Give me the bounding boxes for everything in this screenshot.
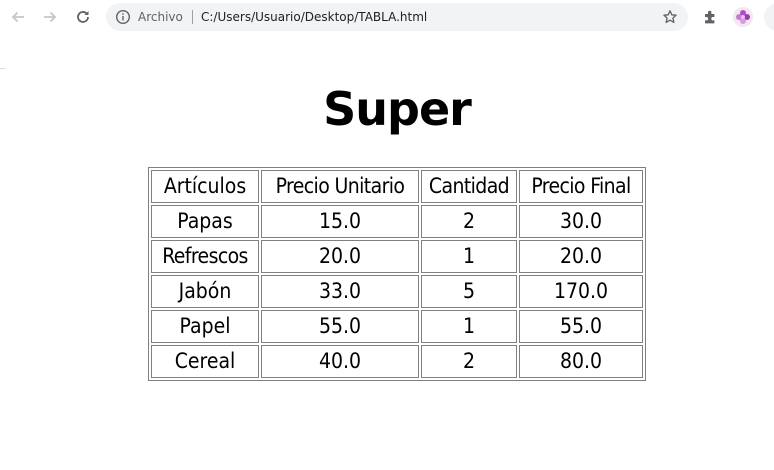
address-bar[interactable]: Archivo C:/Users/Usuario/Desktop/TABLA.h… — [106, 3, 688, 31]
info-icon[interactable] — [115, 9, 131, 25]
cell-cantidad: 1 — [421, 240, 517, 273]
reload-icon — [77, 11, 89, 23]
products-table: Artículos Precio Unitario Cantidad Preci… — [148, 167, 646, 381]
cell-precio-unitario: 33.0 — [261, 275, 419, 308]
header-articulos: Artículos — [151, 170, 259, 203]
table-row: Papel 55.0 1 55.0 — [151, 310, 643, 343]
bookmark-star-icon[interactable] — [662, 9, 678, 25]
table-row: Cereal 40.0 2 80.0 — [151, 345, 643, 378]
address-separator — [192, 10, 193, 24]
header-precio-unitario: Precio Unitario — [261, 170, 419, 203]
page-title: Super — [323, 82, 472, 136]
cell-articulo: Cereal — [151, 345, 259, 378]
scheme-label: Archivo — [138, 10, 183, 24]
cell-articulo: Papas — [151, 205, 259, 238]
cell-precio-final: 55.0 — [519, 310, 643, 343]
reload-button[interactable] — [71, 5, 95, 29]
table-header-row: Artículos Precio Unitario Cantidad Preci… — [151, 170, 643, 203]
arrow-left-icon — [11, 11, 24, 23]
cell-precio-final: 170.0 — [519, 275, 643, 308]
cell-precio-unitario: 40.0 — [261, 345, 419, 378]
cell-articulo: Refrescos — [151, 240, 259, 273]
cell-precio-unitario: 20.0 — [261, 240, 419, 273]
cell-cantidad: 2 — [421, 205, 517, 238]
cell-precio-final: 80.0 — [519, 345, 643, 378]
header-cantidad: Cantidad — [421, 170, 517, 203]
menu-button[interactable] — [764, 3, 774, 31]
header-precio-final: Precio Final — [519, 170, 643, 203]
extensions-puzzle-icon[interactable] — [702, 8, 720, 26]
page-edge-mark — [0, 68, 6, 69]
cell-articulo: Papel — [151, 310, 259, 343]
cell-precio-final: 20.0 — [519, 240, 643, 273]
back-button[interactable] — [6, 5, 30, 29]
cell-cantidad: 1 — [421, 310, 517, 343]
browser-toolbar: Archivo C:/Users/Usuario/Desktop/TABLA.h… — [0, 0, 774, 35]
arrow-right-icon — [44, 11, 57, 23]
cell-articulo: Jabón — [151, 275, 259, 308]
forward-button[interactable] — [38, 5, 62, 29]
cell-cantidad: 2 — [421, 345, 517, 378]
url-text[interactable]: C:/Users/Usuario/Desktop/TABLA.html — [201, 9, 427, 25]
cell-cantidad: 5 — [421, 275, 517, 308]
table-row: Papas 15.0 2 30.0 — [151, 205, 643, 238]
cell-precio-final: 30.0 — [519, 205, 643, 238]
profile-avatar[interactable] — [732, 6, 754, 28]
table-row: Jabón 33.0 5 170.0 — [151, 275, 643, 308]
table-row: Refrescos 20.0 1 20.0 — [151, 240, 643, 273]
cell-precio-unitario: 55.0 — [261, 310, 419, 343]
cell-precio-unitario: 15.0 — [261, 205, 419, 238]
